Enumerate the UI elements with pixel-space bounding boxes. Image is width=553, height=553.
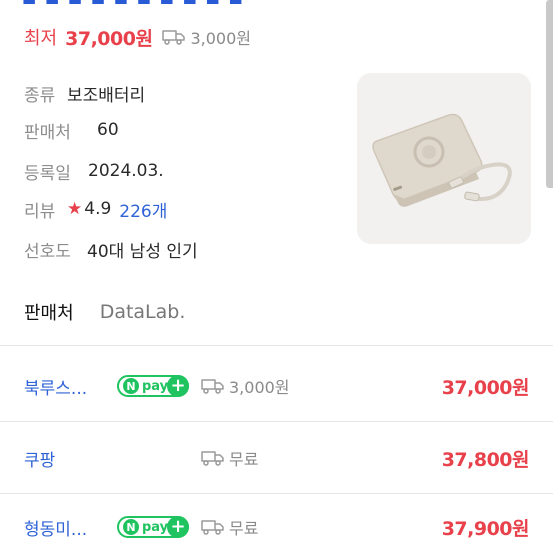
rating-value: 4.9 [84,199,112,219]
seller-row[interactable]: 북루스... N pay + 3,000원 37,000원 [0,361,553,411]
divider [0,493,553,494]
spec-value: 60 [97,120,119,140]
npay-text: pay [142,519,169,535]
spec-preference: 선호도 40대 남성 인기 [24,237,198,262]
truck-icon [201,379,224,394]
lowest-price-row: 최저 37,000원 3,000원 [24,24,251,50]
divider [0,345,553,346]
npay-n-icon: N [123,519,139,535]
truck-icon [162,30,186,45]
review-count-link[interactable]: 226개 [119,197,167,222]
npay-badge: N pay + [117,375,189,397]
tab-bar: 판매처 DataLab. [24,298,211,326]
seller-shipping-fee: 3,000원 [229,378,290,397]
star-icon: ★ [67,199,83,219]
seller-row[interactable]: 쿠팡 무료 37,800원 [0,433,553,483]
spec-key: 종류 [24,85,56,106]
lowest-price-value: 37,000원 [65,27,153,50]
spec-key: 리뷰 [24,201,56,222]
spec-key: 선호도 [24,241,71,262]
spec-sellers: 판매처 60 [24,118,119,143]
truck-icon [201,520,224,535]
spec-review: 리뷰 ★ 4.9 226개 [24,197,167,222]
cut-off-text: ▬ ▬ ▬ ▬ ▬ ▬ ▬ ▬ ▬ ▬ [22,0,322,4]
spec-value: 40대 남성 인기 [87,241,198,262]
seller-price: 37,900원 [441,517,530,540]
spec-key: 판매처 [24,122,71,143]
npay-badge: N pay + [117,516,189,538]
shipping-fee: 3,000원 [190,29,251,48]
spec-date: 등록일 2024.03. [24,159,164,184]
spec-type: 종류 보조배터리 [24,81,146,106]
npay-n-icon: N [123,378,139,394]
cut-off-header: ▬ ▬ ▬ ▬ ▬ ▬ ▬ ▬ ▬ ▬ [22,0,382,4]
power-bank-illustration [372,113,512,207]
npay-plus-icon: + [167,375,189,397]
seller-shipping: 무료 [201,515,258,539]
seller-shipping-fee: 무료 [229,519,259,538]
seller-name[interactable]: 형동미... [24,515,87,540]
npay-text: pay [142,378,169,394]
seller-row[interactable]: 형동미... N pay + 무료 37,900원 [0,502,553,552]
seller-name[interactable]: 쿠팡 [24,446,55,471]
seller-price: 37,800원 [441,448,530,471]
npay-plus-icon: + [167,516,189,538]
scrollbar-thumb[interactable] [546,0,553,188]
lowest-price-label: 최저 [24,28,58,49]
spec-value: 보조배터리 [67,85,146,106]
seller-shipping-fee: 무료 [229,450,259,469]
seller-name[interactable]: 북루스... [24,374,87,399]
shipping-info: 3,000원 [162,25,251,49]
truck-icon [201,451,224,466]
spec-key: 등록일 [24,163,71,184]
divider [0,421,553,422]
seller-price: 37,000원 [441,376,530,399]
spec-value: 2024.03. [88,161,164,181]
tab-sellers[interactable]: 판매처 [24,299,74,325]
seller-shipping: 3,000원 [201,374,290,398]
battery-product-image[interactable] [357,73,531,244]
tab-datalab[interactable]: DataLab. [100,301,186,323]
seller-shipping: 무료 [201,446,258,470]
